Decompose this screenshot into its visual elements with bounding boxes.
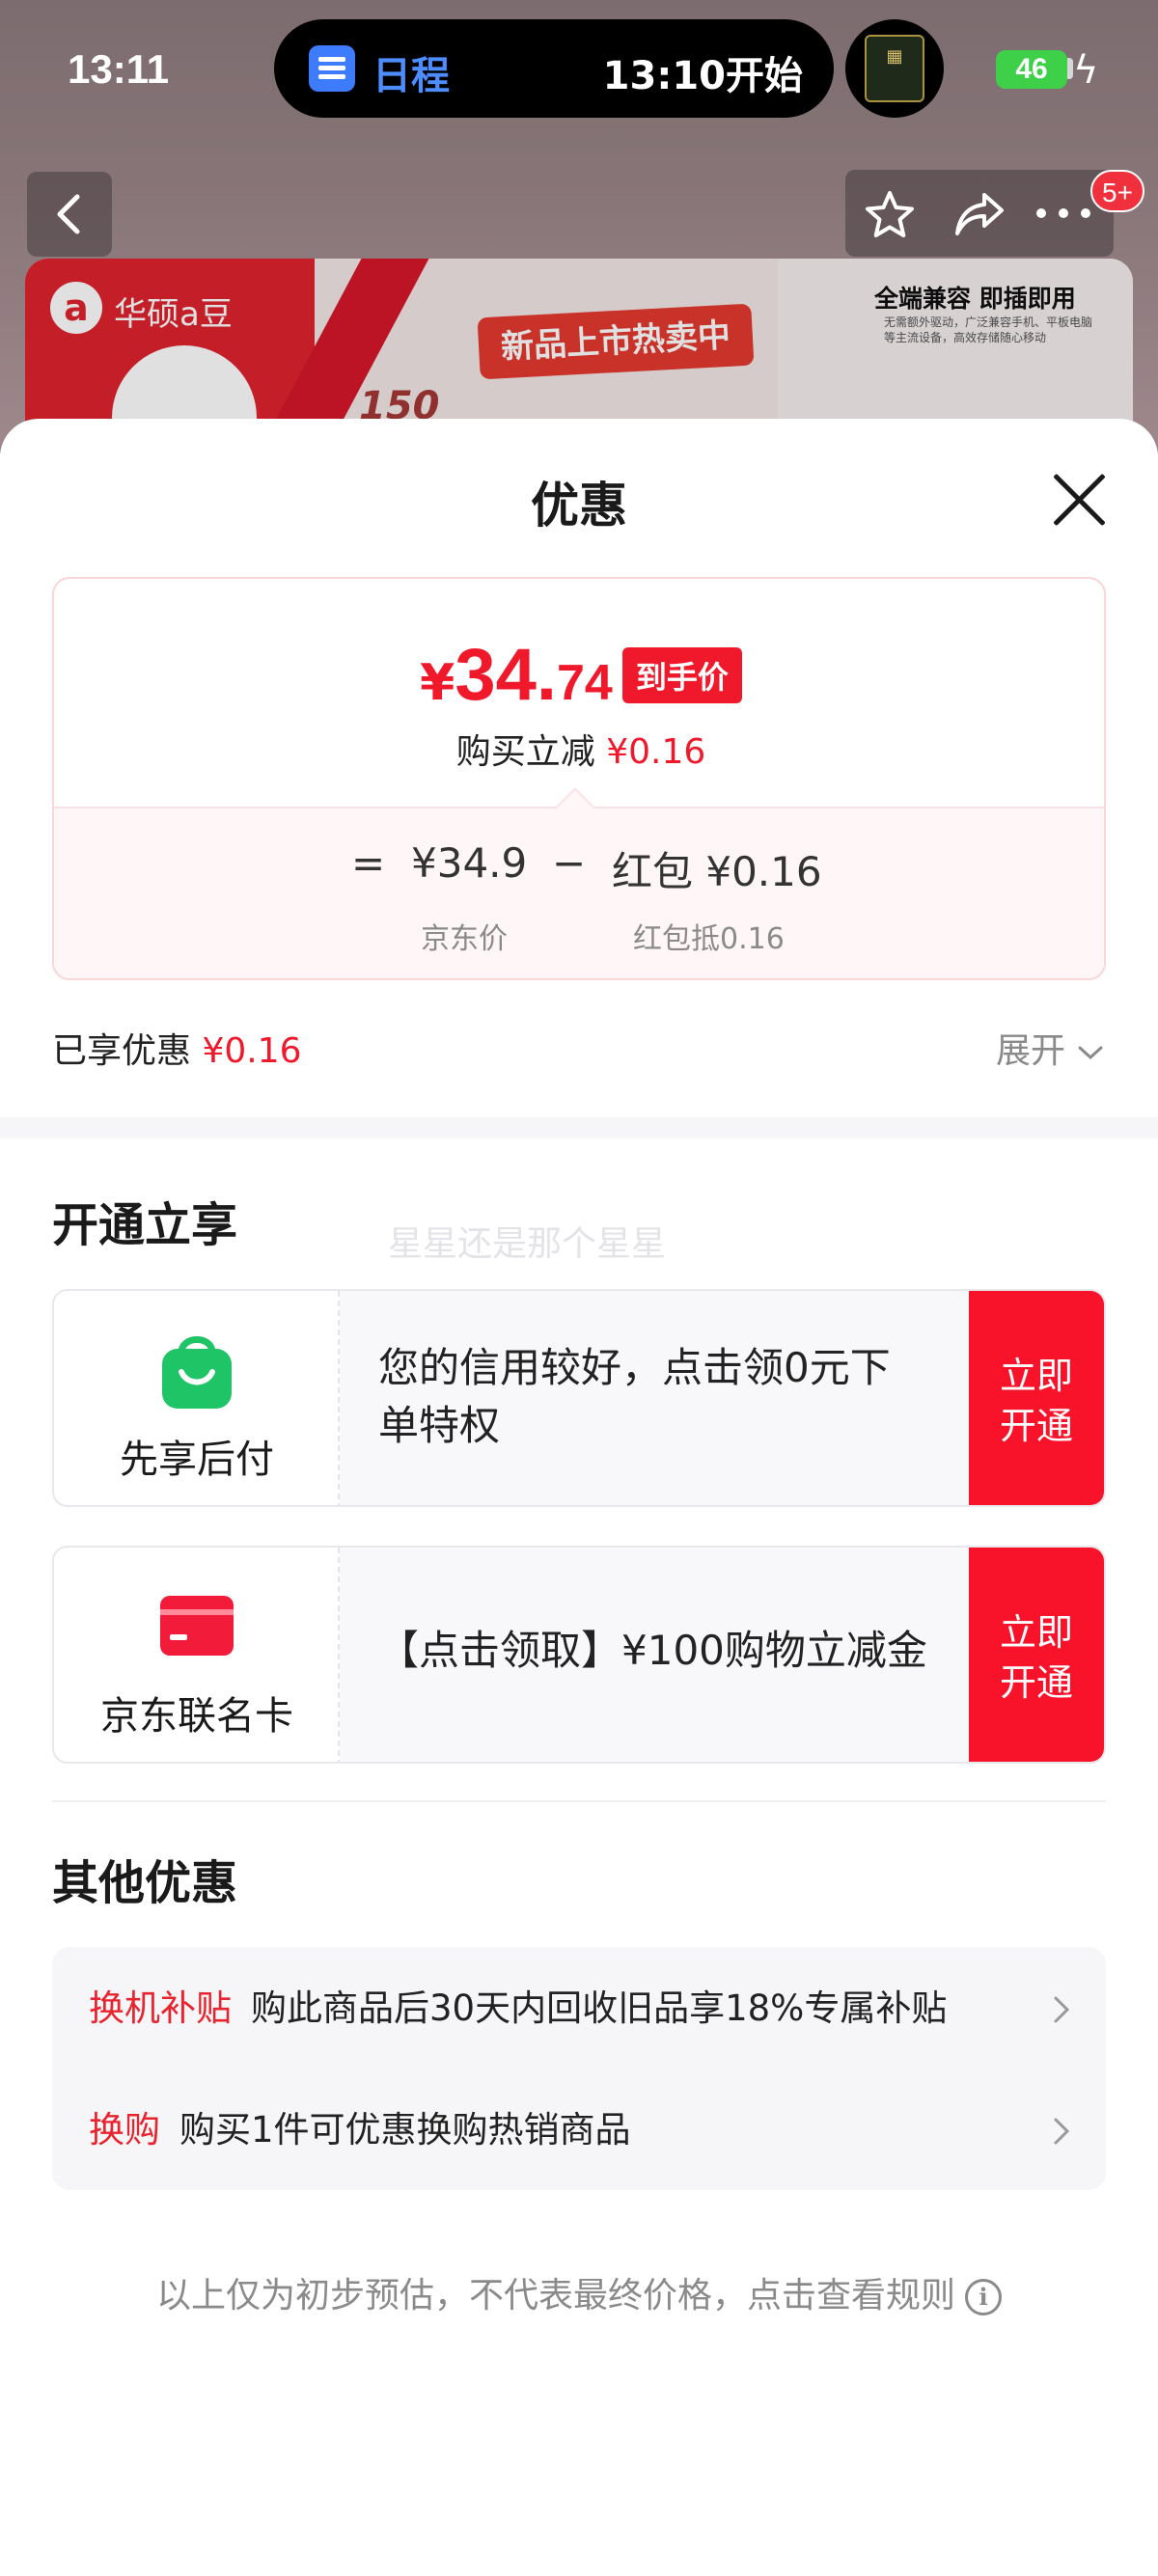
island-media-thumb[interactable]: ▦	[845, 19, 944, 118]
more-icon[interactable]	[1034, 206, 1092, 220]
rules-note[interactable]: 以上仅为初步预估，不代表最终价格，点击查看规则 i	[0, 2267, 1158, 2317]
charging-icon: ϟ	[1073, 48, 1099, 93]
offer-name: 先享后付	[120, 1438, 274, 1482]
other-section-title: 其他优惠	[52, 1856, 238, 1910]
open-now-button[interactable]: 立即 开通	[969, 1548, 1104, 1762]
other-offer-trade-in[interactable]: 换机补贴 购此商品后30天内回收旧品享18%专属补贴	[89, 1970, 1073, 2047]
album-art-icon: ▦	[865, 35, 924, 102]
watermark: 星星还是那个星星	[388, 1224, 667, 1264]
chevron-right-icon	[1054, 2118, 1070, 2145]
status-bar: 13:11 日程 13:10开始 ▦ 46 ϟ	[0, 0, 1158, 145]
sheet-title: 优惠	[531, 478, 627, 534]
open-now-button[interactable]: 立即 开通	[969, 1291, 1104, 1505]
thin-divider	[52, 1800, 1106, 1802]
equals-sign: =	[351, 839, 386, 887]
final-price: ¥34.74 到手价	[54, 633, 1104, 717]
shopping-bag-icon	[162, 1336, 232, 1409]
instant-discount-label: 购买立减	[455, 732, 595, 772]
expand-button[interactable]: 展开	[996, 1023, 1105, 1073]
expand-label: 展开	[996, 1031, 1066, 1071]
nav-actions	[845, 170, 1114, 257]
offer-desc: 【点击领取】¥100购物立减金	[378, 1627, 927, 1674]
other-offers-list: 换机补贴 购此商品后30天内回收旧品享18%专属补贴 换购 购买1件可优惠换购热销商…	[52, 1947, 1106, 2190]
price-card: ¥34.74 到手价 购买立减 ¥0.16 = ¥34.9 − 红包 ¥0.16 …	[52, 577, 1106, 980]
hongbao-amount: 红包 ¥0.16	[612, 848, 822, 895]
chevron-left-icon	[57, 194, 80, 234]
jd-price: ¥34.9	[411, 839, 528, 887]
chevron-down-icon	[1078, 1046, 1103, 1060]
close-icon[interactable]	[1048, 469, 1110, 531]
offer-name: 京东联名卡	[100, 1694, 293, 1739]
enjoyed-discount: 已享优惠 ¥0.16	[52, 1023, 302, 1073]
offer-card-cobrand-card[interactable]: 京东联名卡 【点击领取】¥100购物立减金 立即 开通	[52, 1546, 1106, 1764]
other-offer-exchange[interactable]: 换购 购买1件可优惠换购热销商品	[89, 2092, 1073, 2169]
enjoyed-value: ¥0.16	[202, 1031, 302, 1071]
status-time: 13:11	[68, 46, 170, 92]
discount-sheet: 优惠 ¥34.74 到手价 购买立减 ¥0.16 = ¥34.9 − 红包 ¥0.…	[0, 419, 1158, 2576]
share-icon[interactable]	[951, 189, 1007, 239]
info-icon: i	[965, 2279, 1002, 2316]
calendar-icon	[309, 45, 355, 92]
other-offer-text: 购此商品后30天内回收旧品享18%专属补贴	[251, 1987, 948, 2029]
battery-level: 46	[996, 50, 1067, 89]
open-now-label: 立即 开通	[999, 1355, 1073, 1447]
island-app-label: 日程	[372, 54, 450, 98]
price-decimal: 74	[556, 655, 613, 711]
open-now-label: 立即 开通	[999, 1611, 1073, 1704]
credit-card-icon	[160, 1596, 234, 1656]
back-button[interactable]	[27, 172, 112, 257]
island-event-time: 13:10开始	[602, 54, 803, 98]
price-integer: 34.	[455, 634, 557, 716]
instant-discount: 购买立减 ¥0.16	[54, 724, 1104, 774]
dynamic-island[interactable]: 日程 13:10开始	[274, 19, 834, 118]
star-icon[interactable]	[863, 189, 917, 241]
message-badge: 5+	[1090, 170, 1144, 212]
hongbao-label: 红包抵0.16	[633, 922, 785, 956]
offer-left: 先享后付	[54, 1291, 340, 1505]
price-currency: ¥	[420, 654, 455, 712]
open-section-title: 开通立享	[52, 1198, 238, 1252]
offer-card-pay-later[interactable]: 先享后付 您的信用较好，点击领0元下单特权 立即 开通	[52, 1289, 1106, 1507]
rules-note-text: 以上仅为初步预估，不代表最终价格，点击查看规则	[155, 2276, 955, 2316]
minus-sign: −	[552, 839, 587, 887]
instant-discount-value: ¥0.16	[606, 732, 706, 772]
offer-desc: 您的信用较好，点击领0元下单特权	[378, 1344, 891, 1449]
enjoyed-label: 已享优惠	[52, 1031, 192, 1071]
other-offer-tag: 换购	[89, 2109, 160, 2151]
other-offer-text: 购买1件可优惠换购热销商品	[179, 2109, 631, 2151]
other-offer-tag: 换机补贴	[89, 1987, 232, 2029]
offer-left: 京东联名卡	[54, 1548, 340, 1762]
final-price-tag: 到手价	[621, 647, 742, 703]
jd-price-label: 京东价	[421, 922, 508, 956]
chevron-right-icon	[1054, 1996, 1070, 2023]
price-breakdown: = ¥34.9 − 红包 ¥0.16 京东价 红包抵0.16	[54, 807, 1104, 978]
section-divider	[0, 1117, 1158, 1138]
